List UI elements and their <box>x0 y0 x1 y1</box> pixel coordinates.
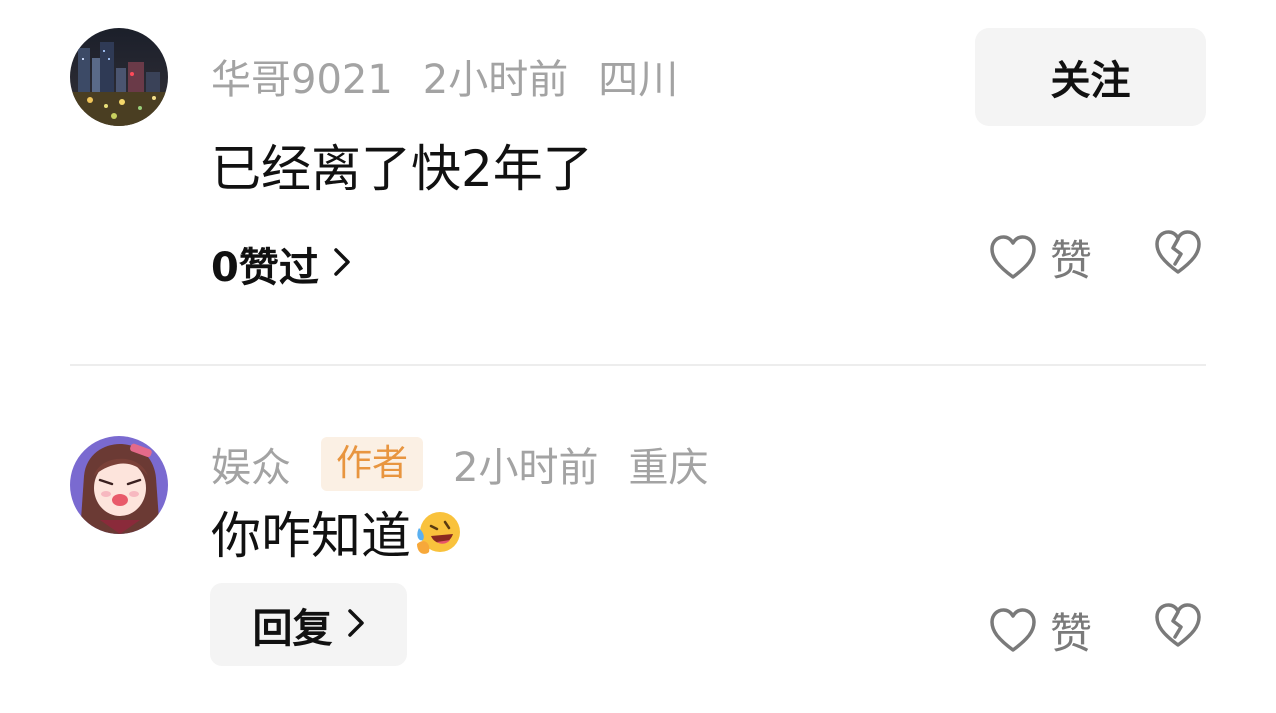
heart-icon <box>990 234 1036 279</box>
chevron-right-icon <box>333 241 351 287</box>
likes-summary[interactable]: 0赞过 <box>211 240 351 291</box>
like-label: 赞 <box>1050 236 1093 285</box>
comment-text-content: 你咋知道 <box>211 507 411 565</box>
reply-button[interactable]: 回复 <box>210 583 407 666</box>
comment-text: 已经离了快2年了 <box>211 140 593 198</box>
heart-icon <box>990 607 1036 652</box>
comment-text: 你咋知道 <box>211 506 463 571</box>
broken-heart-icon <box>1155 230 1201 274</box>
chevron-right-icon <box>347 602 365 648</box>
username[interactable]: 娱众 <box>211 435 291 493</box>
broken-heart-icon <box>1155 603 1201 647</box>
like-label: 赞 <box>1050 609 1093 658</box>
comment-location: 四川 <box>598 57 679 103</box>
anime-girl-avatar-icon <box>70 436 168 534</box>
avatar[interactable] <box>70 436 168 534</box>
comment-list: 华哥9021 2小时前 四川 关注 已经离了快2年了 0赞过 赞 娱众 作者 2… <box>0 0 1276 713</box>
likes-summary-label: 0赞过 <box>211 245 319 291</box>
dislike-button[interactable] <box>1153 601 1203 651</box>
divider <box>70 364 1206 366</box>
author-badge: 作者 <box>321 437 424 491</box>
comment-meta: 华哥9021 2小时前 四川 <box>211 52 678 103</box>
city-night-avatar-icon <box>70 28 168 126</box>
comment-time: 2小时前 <box>422 57 569 103</box>
follow-button-label: 关注 <box>1050 58 1131 104</box>
like-button[interactable]: 赞 <box>988 600 1092 661</box>
comment-time: 2小时前 <box>453 445 599 491</box>
username[interactable]: 华哥9021 <box>211 47 393 105</box>
follow-button[interactable]: 关注 <box>975 28 1206 126</box>
crying-laughing-emoji-icon <box>413 508 463 571</box>
comment-meta: 娱众 作者 2小时前 重庆 <box>211 436 708 492</box>
like-button[interactable]: 赞 <box>988 227 1092 288</box>
avatar[interactable] <box>70 28 168 126</box>
comment-location: 重庆 <box>628 445 709 491</box>
reply-button-label: 回复 <box>252 605 333 652</box>
dislike-button[interactable] <box>1153 228 1203 278</box>
